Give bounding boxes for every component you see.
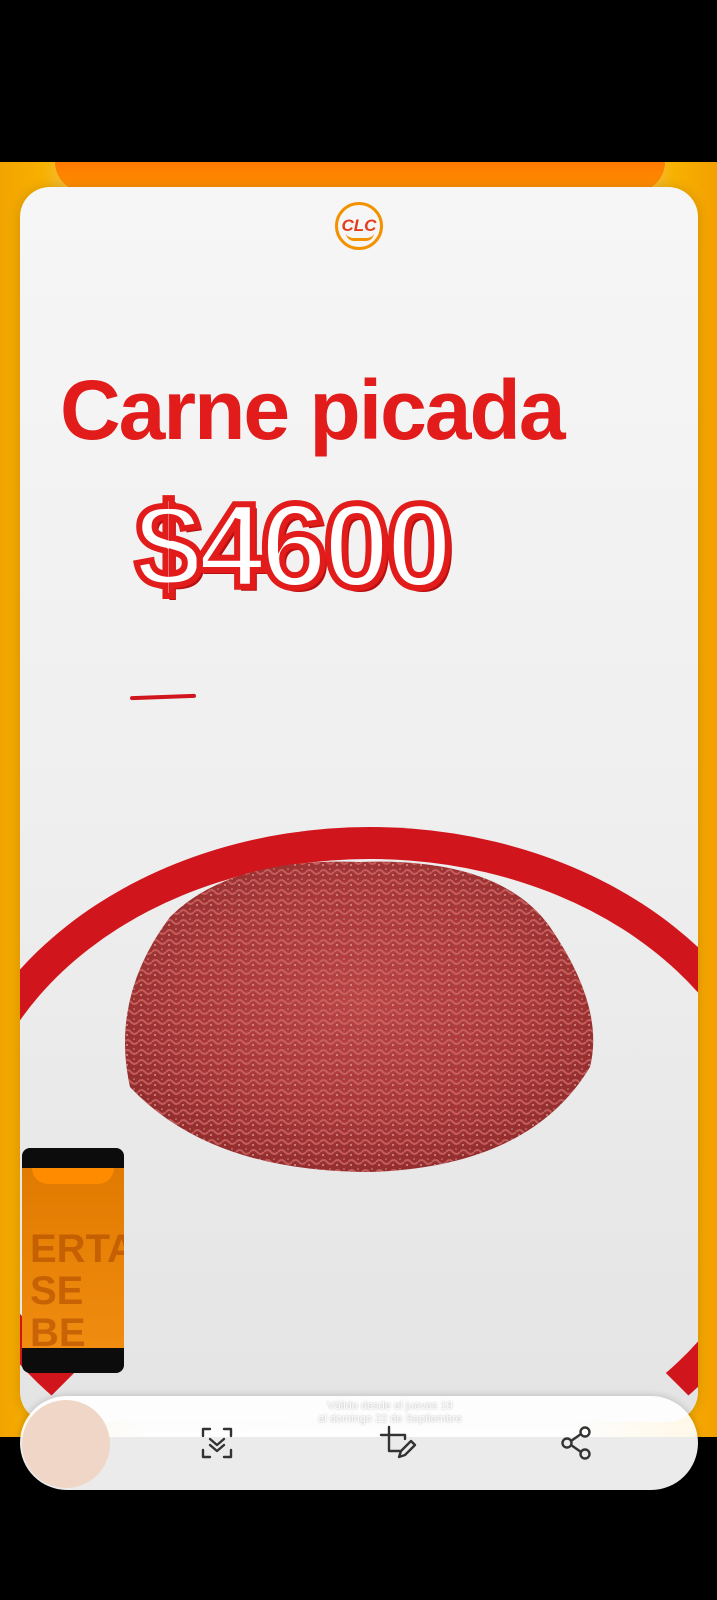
ground-meat-image — [110, 837, 610, 1187]
thumbnail-frame: ERTA SE BE — [22, 1168, 124, 1354]
product-title: Carne picada — [60, 363, 566, 457]
scan-icon — [201, 1427, 233, 1459]
red-dash — [129, 693, 197, 701]
thumbnail-text: ERTA SE BE — [30, 1227, 124, 1355]
logo-smile-icon — [346, 233, 374, 241]
picture-in-picture-thumbnail[interactable]: ERTA SE BE — [22, 1148, 124, 1373]
crop-edit-icon — [379, 1425, 417, 1459]
share-button[interactable] — [552, 1418, 602, 1468]
scan-button[interactable] — [192, 1418, 242, 1468]
toolbar-circle-button[interactable] — [22, 1400, 110, 1488]
top-black-bar — [0, 0, 717, 162]
screenshot-toolbar: Válido desde el jueves 19 al domingo 22 … — [20, 1396, 698, 1490]
product-price: $4600 — [132, 476, 456, 616]
video-frame[interactable]: CLC Carne picada $4600 ERTA SE BE — [0, 162, 717, 1437]
share-icon — [561, 1426, 591, 1460]
crop-edit-button[interactable] — [372, 1418, 422, 1468]
caption-line-1: Válido desde el jueves 19 — [327, 1400, 453, 1412]
clc-logo: CLC — [335, 202, 383, 250]
